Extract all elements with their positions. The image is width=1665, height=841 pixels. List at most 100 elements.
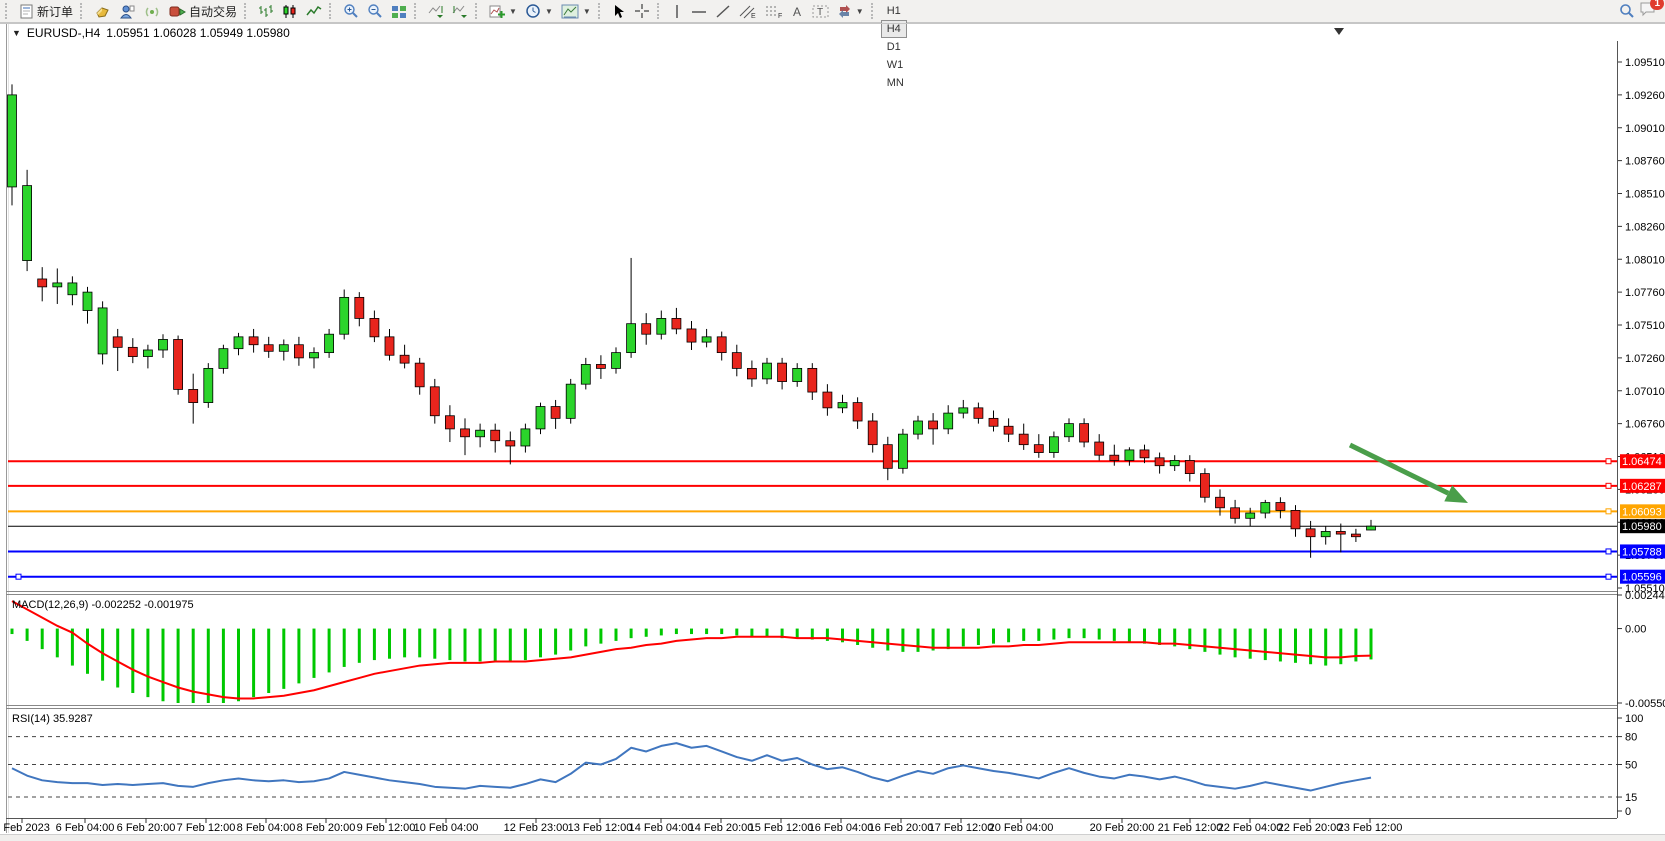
candle-body	[355, 297, 364, 318]
candle-body	[808, 368, 817, 392]
candle-body	[732, 353, 741, 369]
candle-body	[1019, 434, 1028, 445]
date-tick-label: 8 Feb 04:00	[237, 822, 296, 834]
candle-body	[294, 345, 303, 358]
candle-body	[415, 363, 424, 387]
candle-body	[793, 368, 802, 381]
price-tick-label: 1.09260	[1625, 90, 1665, 102]
candle-body	[249, 337, 258, 345]
date-tick-label: 12 Feb 23:00	[504, 822, 569, 834]
price-tick-label: 1.09010	[1625, 123, 1665, 135]
candle-body	[687, 329, 696, 342]
candle-body	[778, 363, 787, 381]
candle-body	[1336, 531, 1345, 534]
price-tick-label: 1.06760	[1625, 419, 1665, 431]
rsi-tick-label: 50	[1625, 760, 1637, 772]
candle-body	[959, 408, 968, 413]
candle-body	[1321, 531, 1330, 536]
candle-body	[430, 387, 439, 416]
price-level-badge-label: 1.05788	[1622, 546, 1662, 558]
price-level-badge-label: 1.05980	[1622, 521, 1662, 533]
date-tick-label: 10 Feb 04:00	[414, 822, 479, 834]
candle-body	[1246, 513, 1255, 518]
candle-body	[385, 337, 394, 355]
price-tick-label: 1.07760	[1625, 287, 1665, 299]
candle-body	[189, 389, 198, 402]
candle-body	[370, 318, 379, 336]
candle-body	[53, 283, 62, 287]
candle-body	[581, 364, 590, 384]
candle-body	[823, 392, 832, 408]
candle-body	[128, 347, 137, 356]
candle-body	[234, 337, 243, 349]
macd-tick-label: -0.005504	[1625, 698, 1665, 710]
price-tick-label: 1.07010	[1625, 386, 1665, 398]
candle-body	[340, 297, 349, 334]
candle-body	[159, 339, 168, 350]
candle-body	[1276, 503, 1285, 511]
candle-body	[461, 429, 470, 437]
candle-body	[83, 292, 92, 310]
date-tick-label: 22 Feb 04:00	[1218, 822, 1283, 834]
date-tick-label: 6 Feb 20:00	[117, 822, 176, 834]
candle-body	[1216, 497, 1225, 508]
line-anchor	[1606, 509, 1611, 514]
date-tick-label: 17 Feb 12:00	[929, 822, 994, 834]
candle-body	[551, 407, 560, 419]
candle-body	[1291, 510, 1300, 528]
macd-tick-label: 0.002449	[1625, 590, 1665, 602]
candle-body	[491, 430, 500, 441]
candle-body	[898, 434, 907, 468]
rsi-tick-label: 0	[1625, 806, 1631, 818]
candle-body	[1065, 424, 1074, 437]
candle-body	[1261, 503, 1270, 514]
candle-body	[1095, 442, 1104, 455]
candle-body	[929, 421, 938, 429]
candle-body	[657, 318, 666, 334]
date-tick-label: 16 Feb 04:00	[809, 822, 874, 834]
candle-body	[98, 308, 107, 354]
date-tick-label: 23 Feb 12:00	[1338, 822, 1403, 834]
candle-body	[717, 337, 726, 353]
price-tick-label: 1.09510	[1625, 57, 1665, 69]
candle-body	[838, 403, 847, 408]
candle-body	[264, 345, 273, 352]
chart-shift-marker	[1334, 28, 1344, 35]
candle-body	[23, 186, 32, 261]
date-tick-label: 22 Feb 20:00	[1278, 822, 1343, 834]
candle-body	[325, 334, 334, 352]
candle-body	[204, 368, 213, 402]
date-tick-label: 13 Feb 12:00	[568, 822, 633, 834]
macd-tick-label: 0.00	[1625, 624, 1646, 636]
candle-body	[1049, 437, 1058, 453]
line-anchor	[1606, 483, 1611, 488]
candle-body	[763, 363, 772, 379]
candle-body	[1034, 445, 1043, 453]
candle-body	[1185, 460, 1194, 473]
chart-canvas[interactable]: 1.095101.092601.090101.087601.085101.082…	[0, 0, 1665, 840]
date-tick-label: 20 Feb 20:00	[1090, 822, 1155, 834]
candle-body	[1170, 460, 1179, 465]
line-anchor	[1606, 574, 1611, 579]
candle-body	[672, 318, 681, 329]
rsi-line	[12, 743, 1371, 790]
date-tick-label: 7 Feb 12:00	[177, 822, 236, 834]
date-tick-label: 21 Feb 12:00	[1158, 822, 1223, 834]
rsi-label: RSI(14) 35.9287	[12, 713, 93, 725]
price-tick-label: 1.07510	[1625, 320, 1665, 332]
candle-body	[627, 324, 636, 353]
candle-body	[566, 384, 575, 418]
macd-signal-line	[12, 601, 1371, 698]
line-anchor	[1606, 549, 1611, 554]
candle-body	[1367, 526, 1376, 530]
candle-body	[1231, 508, 1240, 519]
date-tick-label: 14 Feb 20:00	[689, 822, 754, 834]
date-tick-label: 8 Feb 20:00	[297, 822, 356, 834]
candle-body	[612, 353, 621, 369]
candle-body	[1306, 529, 1315, 537]
date-tick-label: 16 Feb 20:00	[869, 822, 934, 834]
price-level-badge-label: 1.06287	[1622, 481, 1662, 493]
candle-body	[883, 445, 892, 469]
candle-body	[642, 324, 651, 335]
date-tick-label: 9 Feb 12:00	[357, 822, 416, 834]
